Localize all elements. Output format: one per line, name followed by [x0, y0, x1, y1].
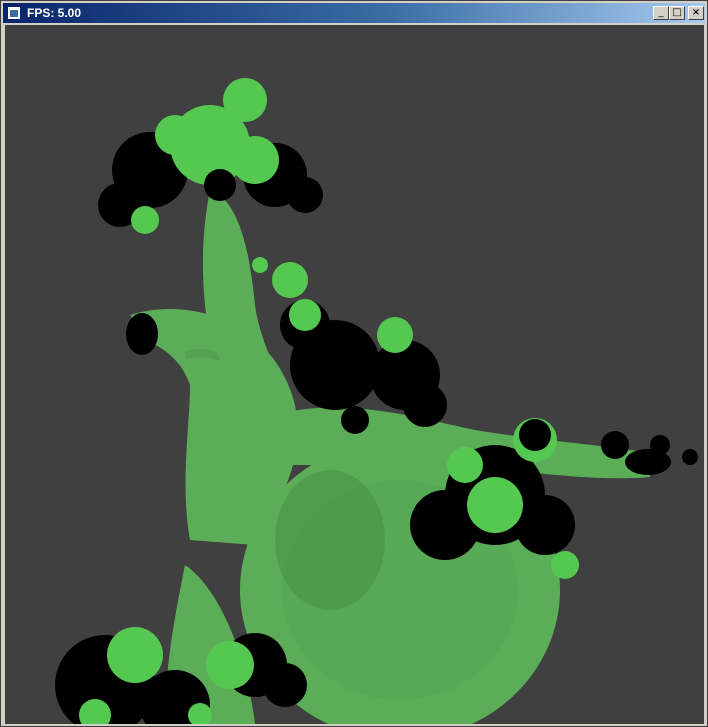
maximize-button[interactable]: □ [669, 6, 685, 20]
minimize-button[interactable]: _ [653, 6, 669, 20]
title-bar[interactable]: FPS: 5.00 _ □ × [3, 3, 705, 23]
close-button[interactable]: × [688, 6, 704, 20]
render-viewport[interactable] [5, 25, 704, 724]
app-window: FPS: 5.00 _ □ × [0, 0, 708, 727]
window-title: FPS: 5.00 [27, 6, 82, 20]
branch-hole-left [126, 313, 158, 355]
scene-canvas [5, 25, 704, 724]
app-icon[interactable] [7, 6, 21, 20]
tree-bulb-hollow [275, 470, 385, 610]
